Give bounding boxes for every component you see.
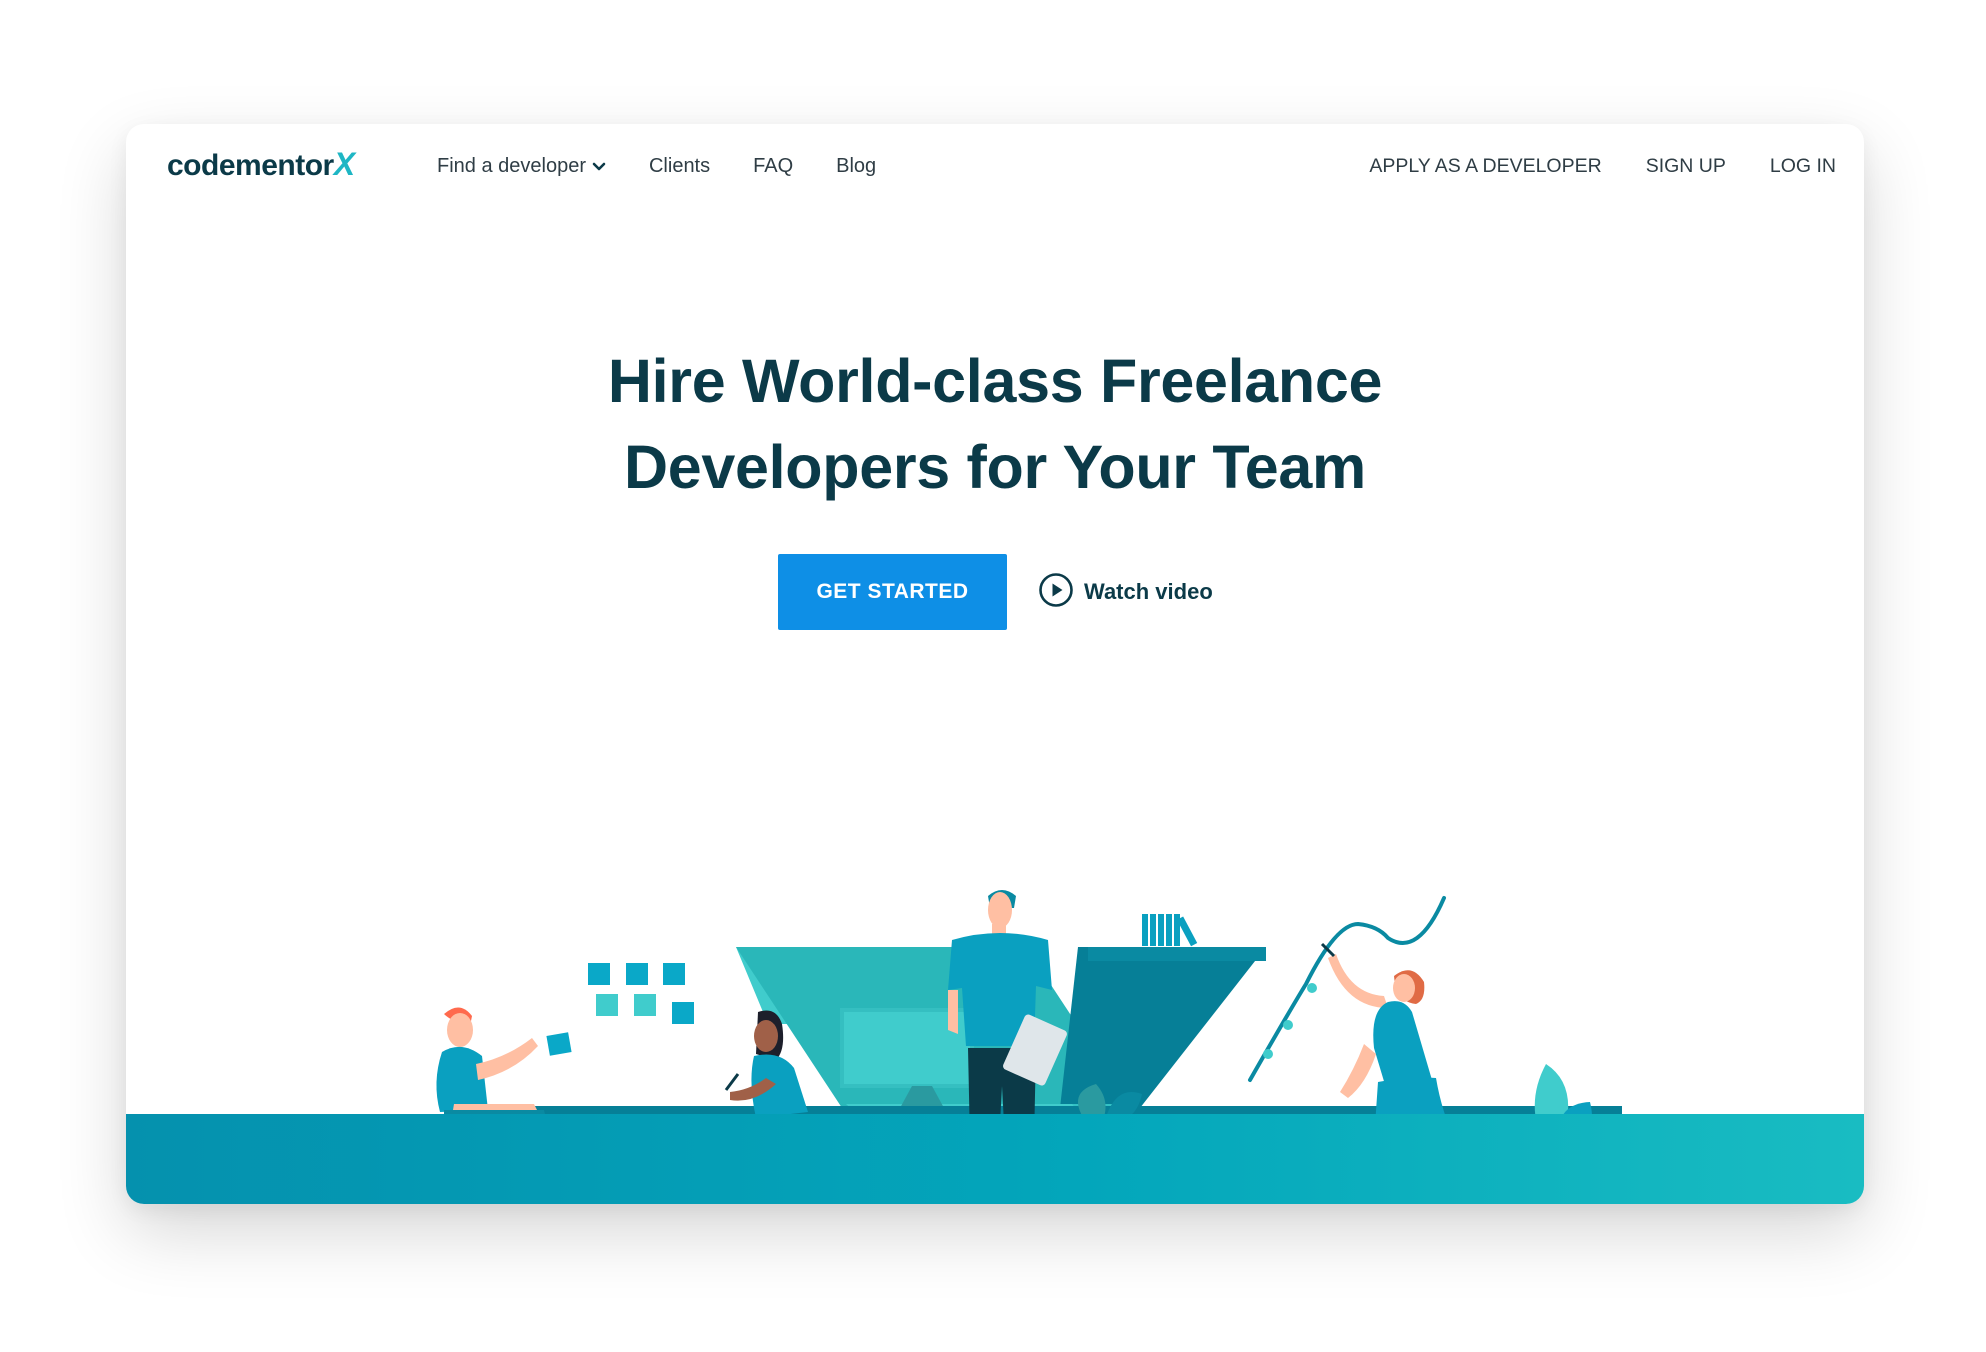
nav-faq-label: FAQ	[753, 154, 794, 177]
nav-blog-label: Blog	[836, 154, 877, 177]
play-circle-icon	[1038, 572, 1074, 613]
nav-blog[interactable]: Blog	[836, 155, 876, 178]
nav-sign-up-label: SIGN UP	[1645, 154, 1726, 177]
browser-window: codementorX Find a developer Clients FAQ…	[126, 124, 1864, 1204]
get-started-button[interactable]: GET STARTED	[778, 554, 1007, 630]
hero-title-line-1: Hire World-class Freelance	[607, 347, 1383, 415]
books	[1142, 914, 1198, 947]
hero-title-line-2: Developers for Your Team	[624, 433, 1366, 501]
ground-band	[126, 1114, 1864, 1204]
watch-video-link[interactable]: Watch video	[1038, 572, 1213, 613]
primary-nav: Find a developer Clients FAQ Blog	[437, 146, 919, 186]
floating-squares	[546, 963, 694, 1056]
nav-find-developer-label: Find a developer	[437, 154, 586, 177]
logo-mark: X	[333, 146, 355, 182]
nav-find-developer[interactable]: Find a developer	[437, 155, 606, 178]
account-nav: APPLY AS A DEVELOPER SIGN UP LOG IN	[1325, 146, 1836, 186]
nav-log-in-label: LOG IN	[1769, 154, 1836, 177]
nav-faq[interactable]: FAQ	[753, 155, 793, 178]
nav-apply-label: APPLY AS A DEVELOPER	[1369, 154, 1602, 177]
nav-clients[interactable]: Clients	[649, 155, 710, 178]
page-background: codementorX Find a developer Clients FAQ…	[0, 0, 1986, 1352]
watch-video-label: Watch video	[1084, 579, 1213, 604]
nav-log-in[interactable]: LOG IN	[1770, 155, 1836, 178]
nav-sign-up[interactable]: SIGN UP	[1646, 155, 1726, 178]
hero-title: Hire World-class Freelance Developers fo…	[126, 338, 1864, 510]
nav-clients-label: Clients	[648, 154, 711, 177]
chevron-down-icon	[592, 155, 606, 178]
logo-text: codementor	[167, 149, 334, 182]
hero-cta-row: GET STARTED Watch video	[126, 554, 1864, 630]
nav-apply-as-developer[interactable]: APPLY AS A DEVELOPER	[1369, 155, 1601, 178]
top-nav: codementorX Find a developer Clients FAQ…	[126, 124, 1864, 204]
codementorx-logo[interactable]: codementorX	[167, 142, 355, 188]
